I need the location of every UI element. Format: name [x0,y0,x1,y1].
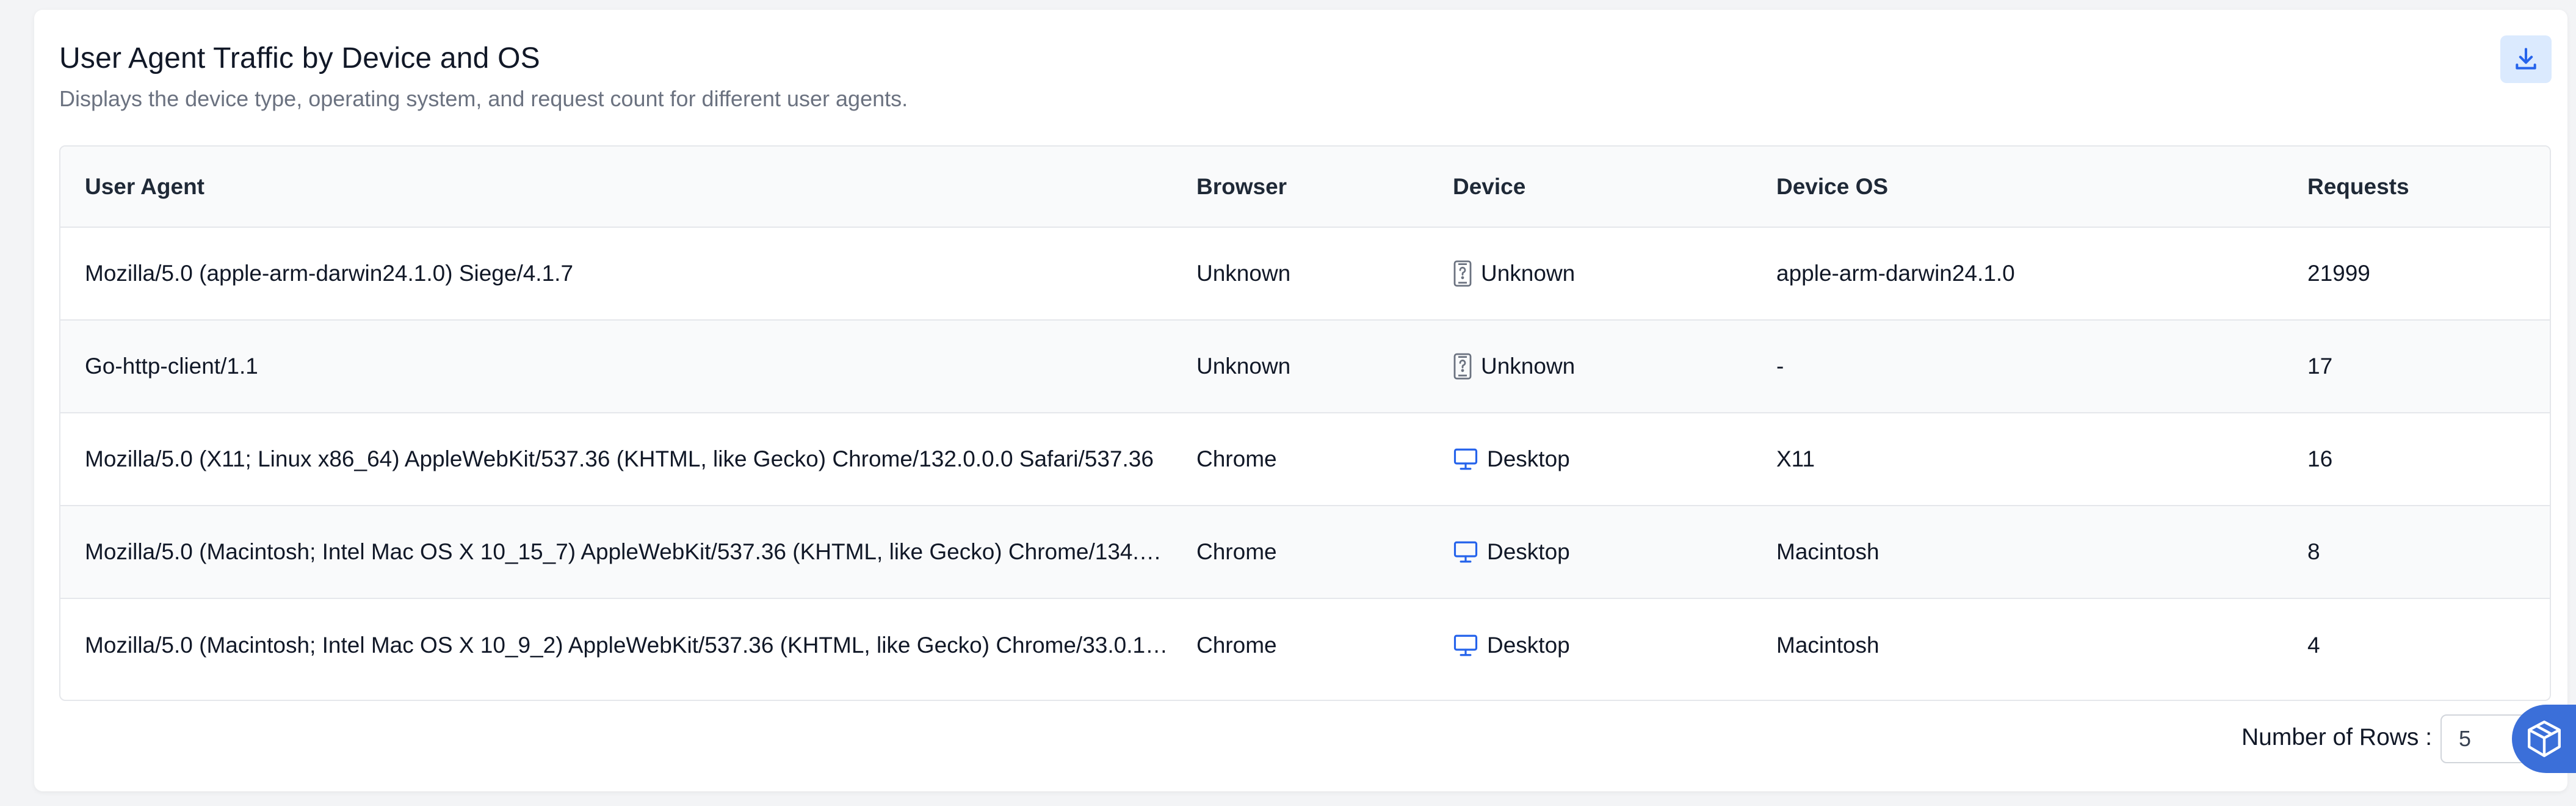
desktop-icon [1453,448,1478,470]
download-button[interactable] [2500,35,2552,83]
cell-requests: 17 [2307,354,2333,379]
unknown-device-icon [1453,260,1472,287]
device-label: Unknown [1481,354,1576,379]
cell-device: Unknown [1428,320,1752,413]
cell-browser: Unknown [1196,354,1291,379]
table-header-row: User Agent Browser Device Device OS Requ… [60,147,2550,228]
cell-user-agent: Go-http-client/1.1 [85,354,258,379]
table-row[interactable]: Mozilla/5.0 (X11; Linux x86_64) AppleWeb… [60,413,2550,506]
cell-browser: Chrome [1196,632,1277,658]
table-row[interactable]: Mozilla/5.0 (apple-arm-darwin24.1.0) Sie… [60,227,2550,320]
device-label: Unknown [1481,261,1576,286]
cell-requests: 4 [2307,632,2320,658]
cell-device-os: Macintosh [1776,539,1880,564]
cell-user-agent: Mozilla/5.0 (Macintosh; Intel Mac OS X 1… [85,632,1172,658]
card-subtitle: Displays the device type, operating syst… [59,86,908,111]
user-agent-table: User Agent Browser Device Device OS Requ… [59,145,2551,701]
cell-requests: 8 [2307,539,2320,564]
desktop-icon [1453,541,1478,563]
cube-box-icon [2527,721,2561,757]
cell-user-agent: Mozilla/5.0 (X11; Linux x86_64) AppleWeb… [85,446,1154,471]
column-header-browser[interactable]: Browser [1172,147,1428,228]
traffic-card: User Agent Traffic by Device and OS Disp… [34,10,2567,791]
cell-user-agent: Mozilla/5.0 (apple-arm-darwin24.1.0) Sie… [85,261,574,286]
cell-requests: 16 [2307,446,2333,471]
table-row[interactable]: Go-http-client/1.1 Unknown Unknown - 17 [60,320,2550,413]
cell-device: Desktop [1428,506,1752,598]
column-header-device-os[interactable]: Device OS [1752,147,2283,228]
cell-browser: Unknown [1196,261,1291,286]
table-row[interactable]: Mozilla/5.0 (Macintosh; Intel Mac OS X 1… [60,598,2550,691]
desktop-icon [1453,634,1478,656]
column-header-device[interactable]: Device [1428,147,1752,228]
rows-per-page-label: Number of Rows : [2241,724,2433,750]
cell-device-os: apple-arm-darwin24.1.0 [1776,261,2015,286]
table-row[interactable]: Mozilla/5.0 (Macintosh; Intel Mac OS X 1… [60,506,2550,598]
cell-user-agent: Mozilla/5.0 (Macintosh; Intel Mac OS X 1… [85,539,1172,564]
column-header-requests[interactable]: Requests [2283,147,2550,228]
unknown-device-icon [1453,353,1472,380]
cell-requests: 21999 [2307,261,2370,286]
cell-device-os: Macintosh [1776,632,1880,658]
card-title: User Agent Traffic by Device and OS [59,42,540,74]
device-label: Desktop [1487,539,1570,564]
device-label: Desktop [1487,446,1570,471]
floating-action-button[interactable] [2512,705,2576,773]
cell-browser: Chrome [1196,539,1277,564]
cell-device: Desktop [1428,598,1752,691]
cell-device: Desktop [1428,413,1752,506]
cell-device-os: - [1776,354,1784,379]
device-label: Desktop [1487,632,1570,658]
cell-browser: Chrome [1196,446,1277,471]
rows-per-page-value: 5 [2459,726,2472,751]
cell-device: Unknown [1428,227,1752,320]
cell-device-os: X11 [1776,446,1815,471]
download-icon [2516,48,2536,70]
column-header-user-agent[interactable]: User Agent [60,147,1172,228]
